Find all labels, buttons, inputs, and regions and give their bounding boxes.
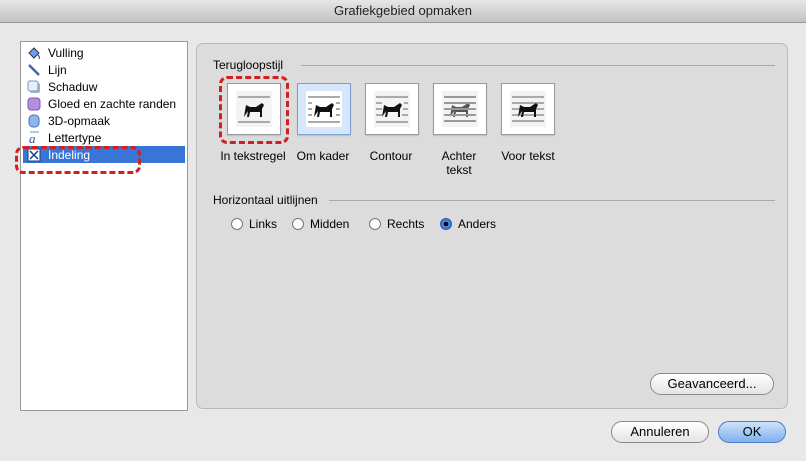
shadow-icon	[27, 80, 41, 94]
wrap-square-button[interactable]	[297, 83, 351, 135]
wrap-square-label: Om kader	[296, 149, 350, 163]
align-right-label: Rechts	[387, 217, 425, 231]
line-icon	[27, 63, 41, 77]
wrap-tight-icon	[374, 91, 410, 127]
glow-icon	[27, 97, 41, 111]
sidebar-item-shadow[interactable]: Schaduw	[23, 78, 185, 95]
cancel-button[interactable]: Annuleren	[611, 421, 709, 443]
sidebar-item-label: Lijn	[48, 62, 67, 77]
align-center-label: Midden	[310, 217, 350, 231]
wrap-in-front-label: Voor tekst	[501, 149, 555, 163]
layout-icon	[27, 148, 41, 162]
align-left-radio[interactable]: Links	[231, 217, 277, 231]
divider	[301, 65, 775, 66]
window-title: Grafiekgebied opmaken	[0, 0, 806, 23]
wrap-inline-icon	[236, 91, 272, 127]
align-right-radio[interactable]: Rechts	[369, 217, 424, 231]
wrap-square-icon	[306, 91, 342, 127]
align-other-radio[interactable]: Anders	[440, 217, 496, 231]
wrap-style-heading: Terugloopstijl	[213, 58, 284, 72]
sidebar-item-label: 3D-opmaak	[48, 113, 111, 128]
horizontal-align-heading: Horizontaal uitlijnen	[213, 193, 318, 207]
wrap-behind-text-icon	[442, 91, 478, 127]
align-left-label: Links	[249, 217, 278, 231]
3d-format-icon	[27, 114, 41, 128]
align-center-radio[interactable]: Midden	[292, 217, 349, 231]
sidebar-item-label: Lettertype	[48, 130, 102, 145]
format-chart-area-dialog: Grafiekgebied opmaken Vulling Lijn Schad…	[0, 0, 806, 461]
svg-text:a: a	[29, 131, 36, 145]
advanced-button[interactable]: Geavanceerd...	[650, 373, 774, 395]
radio-circle	[440, 218, 452, 230]
sidebar-item-layout[interactable]: Indeling	[23, 146, 185, 163]
layout-panel: Terugloopstijl In tekstregel Om kader Co…	[196, 43, 788, 409]
align-other-label: Anders	[458, 217, 497, 231]
category-sidebar: Vulling Lijn Schaduw Gloed en zachte ran…	[20, 41, 188, 411]
wrap-in-front-button[interactable]	[501, 83, 555, 135]
font-icon: a	[27, 131, 41, 146]
divider	[329, 200, 775, 201]
wrap-tight-button[interactable]	[365, 83, 419, 135]
ok-button[interactable]: OK	[718, 421, 786, 443]
wrap-tight-label: Contour	[369, 149, 413, 163]
sidebar-item-label: Indeling	[48, 147, 91, 162]
sidebar-item-fill[interactable]: Vulling	[23, 44, 185, 61]
sidebar-item-glow[interactable]: Gloed en zachte randen	[23, 95, 185, 112]
wrap-inline-button[interactable]	[227, 83, 281, 135]
sidebar-item-label: Schaduw	[48, 79, 98, 94]
wrap-in-front-icon	[510, 91, 546, 127]
radio-circle	[231, 218, 243, 230]
radio-circle	[369, 218, 381, 230]
sidebar-item-3d-format[interactable]: 3D-opmaak	[23, 112, 185, 129]
radio-circle	[292, 218, 304, 230]
sidebar-item-label: Gloed en zachte randen	[48, 96, 177, 111]
sidebar-item-font[interactable]: a Lettertype	[23, 129, 185, 146]
wrap-behind-text-label: Achter tekst	[441, 149, 477, 177]
fill-bucket-icon	[27, 46, 41, 60]
wrap-behind-text-button[interactable]	[433, 83, 487, 135]
wrap-inline-label: In tekstregel	[220, 149, 286, 163]
sidebar-item-line[interactable]: Lijn	[23, 61, 185, 78]
sidebar-item-label: Vulling	[48, 45, 84, 60]
